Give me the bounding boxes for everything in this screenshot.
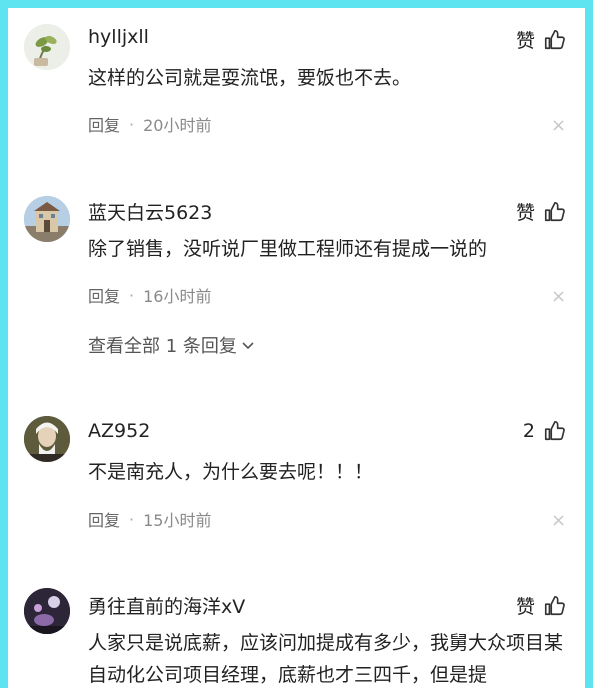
username[interactable]: 勇往直前的海洋xV [88,592,245,619]
close-icon[interactable]: × [551,288,566,306]
comment-text: 不是南充人，为什么要去呢！！！ [88,461,374,483]
separator-dot: · [129,285,135,305]
like-label: 赞 [515,202,535,224]
timestamp: 15小时前 [143,511,212,530]
timestamp: 16小时前 [143,287,212,306]
reply-button[interactable]: 回复 [88,283,120,307]
separator-dot: · [129,509,135,529]
username[interactable]: 蓝天白云5623 [88,198,212,225]
avatar[interactable] [24,416,70,462]
plant-avatar-icon [24,24,70,70]
like-label: 赞 [515,30,535,52]
comment-text: 人家只是说底薪，应该问加提成有多少，我舅大众项目某自动化公司项目经理，底薪也才三… [88,632,564,686]
username[interactable]: AZ952 [88,420,150,442]
close-icon[interactable]: × [551,512,566,530]
separator-dot: · [129,114,135,134]
thumbs-up-icon [544,201,565,221]
timestamp: 20小时前 [143,116,212,135]
night-avatar-icon [24,588,70,634]
like-button[interactable]: 赞 [516,592,565,619]
thumbs-up-icon [544,421,565,441]
comment-meta: 回复 · 15小时前 [88,507,211,531]
avatar[interactable] [24,196,70,242]
like-button[interactable]: 赞 [516,198,565,225]
reply-button[interactable]: 回复 [88,507,120,531]
portrait-avatar-icon [24,416,70,462]
thumbs-up-icon [544,595,565,615]
thumbs-up-icon [544,29,565,49]
building-avatar-icon [24,196,70,242]
comment-text: 除了销售，没听说厂里做工程师还有提成一说的 [88,238,488,260]
view-all-replies-link[interactable]: 查看全部 1 条回复 [88,332,255,358]
view-all-replies-label: 查看全部 1 条回复 [88,336,237,357]
comment-text: 这样的公司就是耍流氓，要饭也不去。 [88,67,412,89]
like-button[interactable]: 赞 [516,26,565,53]
username[interactable]: hylljxll [88,26,149,48]
reply-button[interactable]: 回复 [88,112,120,136]
avatar[interactable] [24,24,70,70]
comment-meta: 回复 · 20小时前 [88,112,211,136]
comment-list: hylljxll 赞 这样的公司就是耍流氓，要饭也不去。 回复 · 20小时前 … [8,8,585,688]
close-icon[interactable]: × [551,117,566,135]
like-button[interactable]: 2 [523,420,565,442]
comment-meta: 回复 · 16小时前 [88,283,211,307]
avatar[interactable] [24,588,70,634]
chevron-down-icon [242,342,254,350]
like-label: 赞 [515,596,535,618]
like-count: 2 [522,420,535,442]
